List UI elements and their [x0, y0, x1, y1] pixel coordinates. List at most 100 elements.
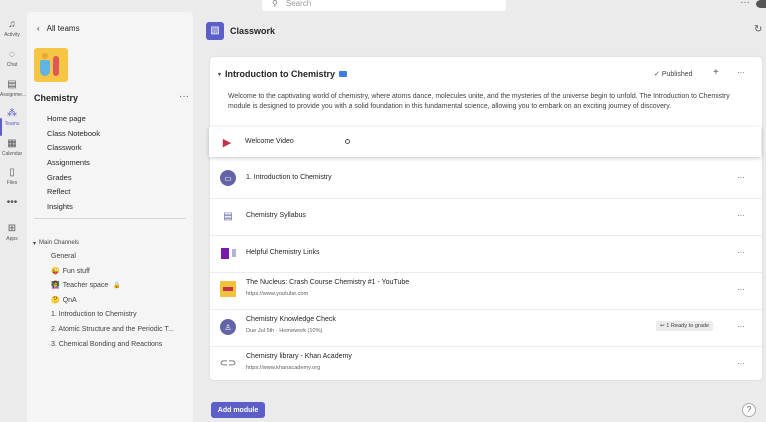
item-title: Chemistry Knowledge Check [246, 316, 336, 323]
team-sidebar: ‹ All teams Chemistry ··· Home page Clas… [27, 12, 193, 422]
search-box[interactable]: ⚲ Search [262, 0, 506, 11]
chevron-left-icon: ‹ [37, 24, 40, 33]
nav-reflect[interactable]: Reflect [47, 185, 100, 200]
add-icon[interactable]: + [713, 67, 719, 78]
module-header[interactable]: ▾ Introduction to Chemistry [218, 69, 348, 79]
item-url: https://www.youtube.com [246, 291, 309, 297]
lock-icon: 🔒 [113, 283, 121, 290]
item-more-icon[interactable]: ··· [737, 359, 745, 368]
apps-icon: ⊞ [7, 223, 17, 234]
page-title: Classwork [230, 26, 276, 36]
nav-insights[interactable]: Insights [47, 200, 100, 215]
rail-files[interactable]: ▯ Files [0, 167, 24, 187]
test-tube-icon [53, 56, 59, 76]
list-item[interactable]: ⊂⊃ Chemistry library - Khan Academy http… [210, 346, 762, 380]
item-title: Helpful Chemistry Links [246, 249, 320, 256]
emoji-icon: 😜 [51, 267, 60, 275]
search-placeholder: Search [285, 0, 312, 8]
item-due: Due Jul 5th · Homework (10%) [246, 328, 323, 334]
cursor-icon [345, 139, 350, 144]
module-description: Welcome to the captivating world of chem… [228, 93, 730, 110]
onenote-icon [220, 245, 236, 261]
play-icon: ▶ [222, 136, 232, 149]
teams-icon: ⁂ [7, 108, 17, 119]
list-item[interactable]: ▶ Welcome Video [209, 127, 761, 157]
list-item[interactable]: ▤ Chemistry Syllabus ··· [210, 198, 762, 235]
rail-activity[interactable]: ♫ Activity [0, 19, 24, 39]
bubble-icon [42, 53, 48, 59]
item-more-icon[interactable]: ··· [737, 248, 745, 257]
all-teams-link[interactable]: ‹ All teams [37, 24, 80, 33]
rail-more[interactable]: ••• [0, 198, 24, 210]
caret-down-icon: ▾ [33, 241, 37, 247]
list-item[interactable]: ▭ 1. Introduction to Chemistry ··· [210, 161, 762, 198]
nav-home-page[interactable]: Home page [47, 112, 100, 127]
flask-icon [40, 60, 50, 76]
channels-header[interactable]: ▾ Main Channels [33, 240, 79, 247]
team-nav: Home page Class Notebook Classwork Assig… [47, 112, 100, 215]
nav-assignments[interactable]: Assignments [47, 156, 100, 171]
team-name: Chemistry [34, 93, 79, 103]
nav-classwork[interactable]: Classwork [47, 141, 100, 156]
item-title: The Nucleus: Crash Course Chemistry #1 -… [246, 279, 410, 286]
search-icon: ⚲ [272, 0, 278, 8]
channel-item[interactable]: 👩‍🏫 Teacher space 🔒 [51, 279, 174, 294]
files-icon: ▯ [9, 167, 15, 178]
rail-assignments[interactable]: ▤ Assignme... [0, 79, 26, 99]
item-title: Welcome Video [245, 138, 294, 145]
rail-chat[interactable]: ◌ Chat [0, 50, 24, 69]
image-icon [339, 71, 348, 77]
published-status[interactable]: ✓ Published [654, 70, 693, 78]
nav-class-notebook[interactable]: Class Notebook [47, 127, 100, 142]
assignment-icon: ♙ [220, 319, 236, 335]
channel-item[interactable]: 1. Introduction to Chemistry [51, 308, 174, 323]
channel-icon: ▭ [220, 170, 236, 186]
help-icon[interactable]: ? [742, 403, 756, 417]
rail-calendar[interactable]: ▦ Calendar [0, 138, 24, 158]
caret-down-icon: ▾ [218, 71, 222, 78]
link-icon: ⊂⊃ [219, 357, 237, 369]
rail-teams[interactable]: ⁂ Teams [0, 108, 24, 128]
item-more-icon[interactable]: ··· [737, 173, 745, 182]
emoji-icon: 👩‍🏫 [51, 282, 60, 290]
classwork-icon: ▧ [206, 22, 224, 40]
channel-list: General 😜 Fun stuff 👩‍🏫 Teacher space 🔒 🤔 Qn… [51, 250, 174, 352]
list-item[interactable]: ♙ Chemistry Knowledge Check Due Jul 5th … [210, 309, 762, 346]
channel-item[interactable]: 2. Atomic Structure and the Periodic T..… [51, 323, 174, 338]
item-more-icon[interactable]: ··· [737, 211, 745, 220]
channel-item[interactable]: General [51, 250, 174, 265]
emoji-icon: 🤔 [51, 296, 60, 304]
module-title: Introduction to Chemistry [225, 69, 336, 79]
item-title: Chemistry library - Khan Academy [246, 353, 352, 360]
list-item[interactable]: The Nucleus: Crash Course Chemistry #1 -… [210, 272, 762, 309]
ready-to-grade-badge[interactable]: ↩ 1 Ready to grade [656, 321, 714, 331]
calendar-icon: ▦ [7, 138, 17, 149]
assignments-icon: ▤ [7, 79, 17, 90]
channel-item[interactable]: 😜 Fun stuff [51, 265, 174, 280]
team-more-icon[interactable]: ··· [179, 91, 189, 102]
app-rail: ♫ Activity ◌ Chat ▤ Assignme... ⁂ Teams ▦ Cal… [0, 12, 26, 422]
youtube-thumbnail-icon [220, 281, 236, 297]
channel-item[interactable]: 3. Chemical Bonding and Reactions [51, 338, 174, 353]
item-url: https://www.khanacademy.org [246, 365, 321, 371]
item-more-icon[interactable]: ··· [737, 285, 745, 294]
team-avatar [34, 48, 68, 82]
item-title: 1. Introduction to Chemistry [246, 174, 332, 181]
divider [34, 218, 186, 219]
classwork-header: ▧ Classwork [206, 22, 275, 40]
module-more-icon[interactable]: ··· [737, 68, 745, 77]
item-title: Chemistry Syllabus [246, 212, 306, 219]
rail-apps[interactable]: ⊞ Apps [0, 223, 24, 243]
add-module-button[interactable]: Add module [211, 402, 265, 418]
bell-icon: ♫ [8, 19, 16, 30]
avatar[interactable] [756, 0, 766, 8]
more-options-icon[interactable]: … [740, 0, 750, 6]
top-bar: ⚲ Search … [0, 0, 766, 12]
module-card: ▾ Introduction to Chemistry ✓ Published … [209, 57, 762, 380]
list-item[interactable]: Helpful Chemistry Links ··· [210, 235, 762, 272]
item-more-icon[interactable]: ··· [737, 322, 745, 331]
document-icon: ▤ [220, 208, 236, 224]
refresh-icon[interactable]: ↻ [754, 24, 762, 35]
channel-item[interactable]: 🤔 QnA [51, 294, 174, 309]
nav-grades[interactable]: Grades [47, 171, 100, 186]
